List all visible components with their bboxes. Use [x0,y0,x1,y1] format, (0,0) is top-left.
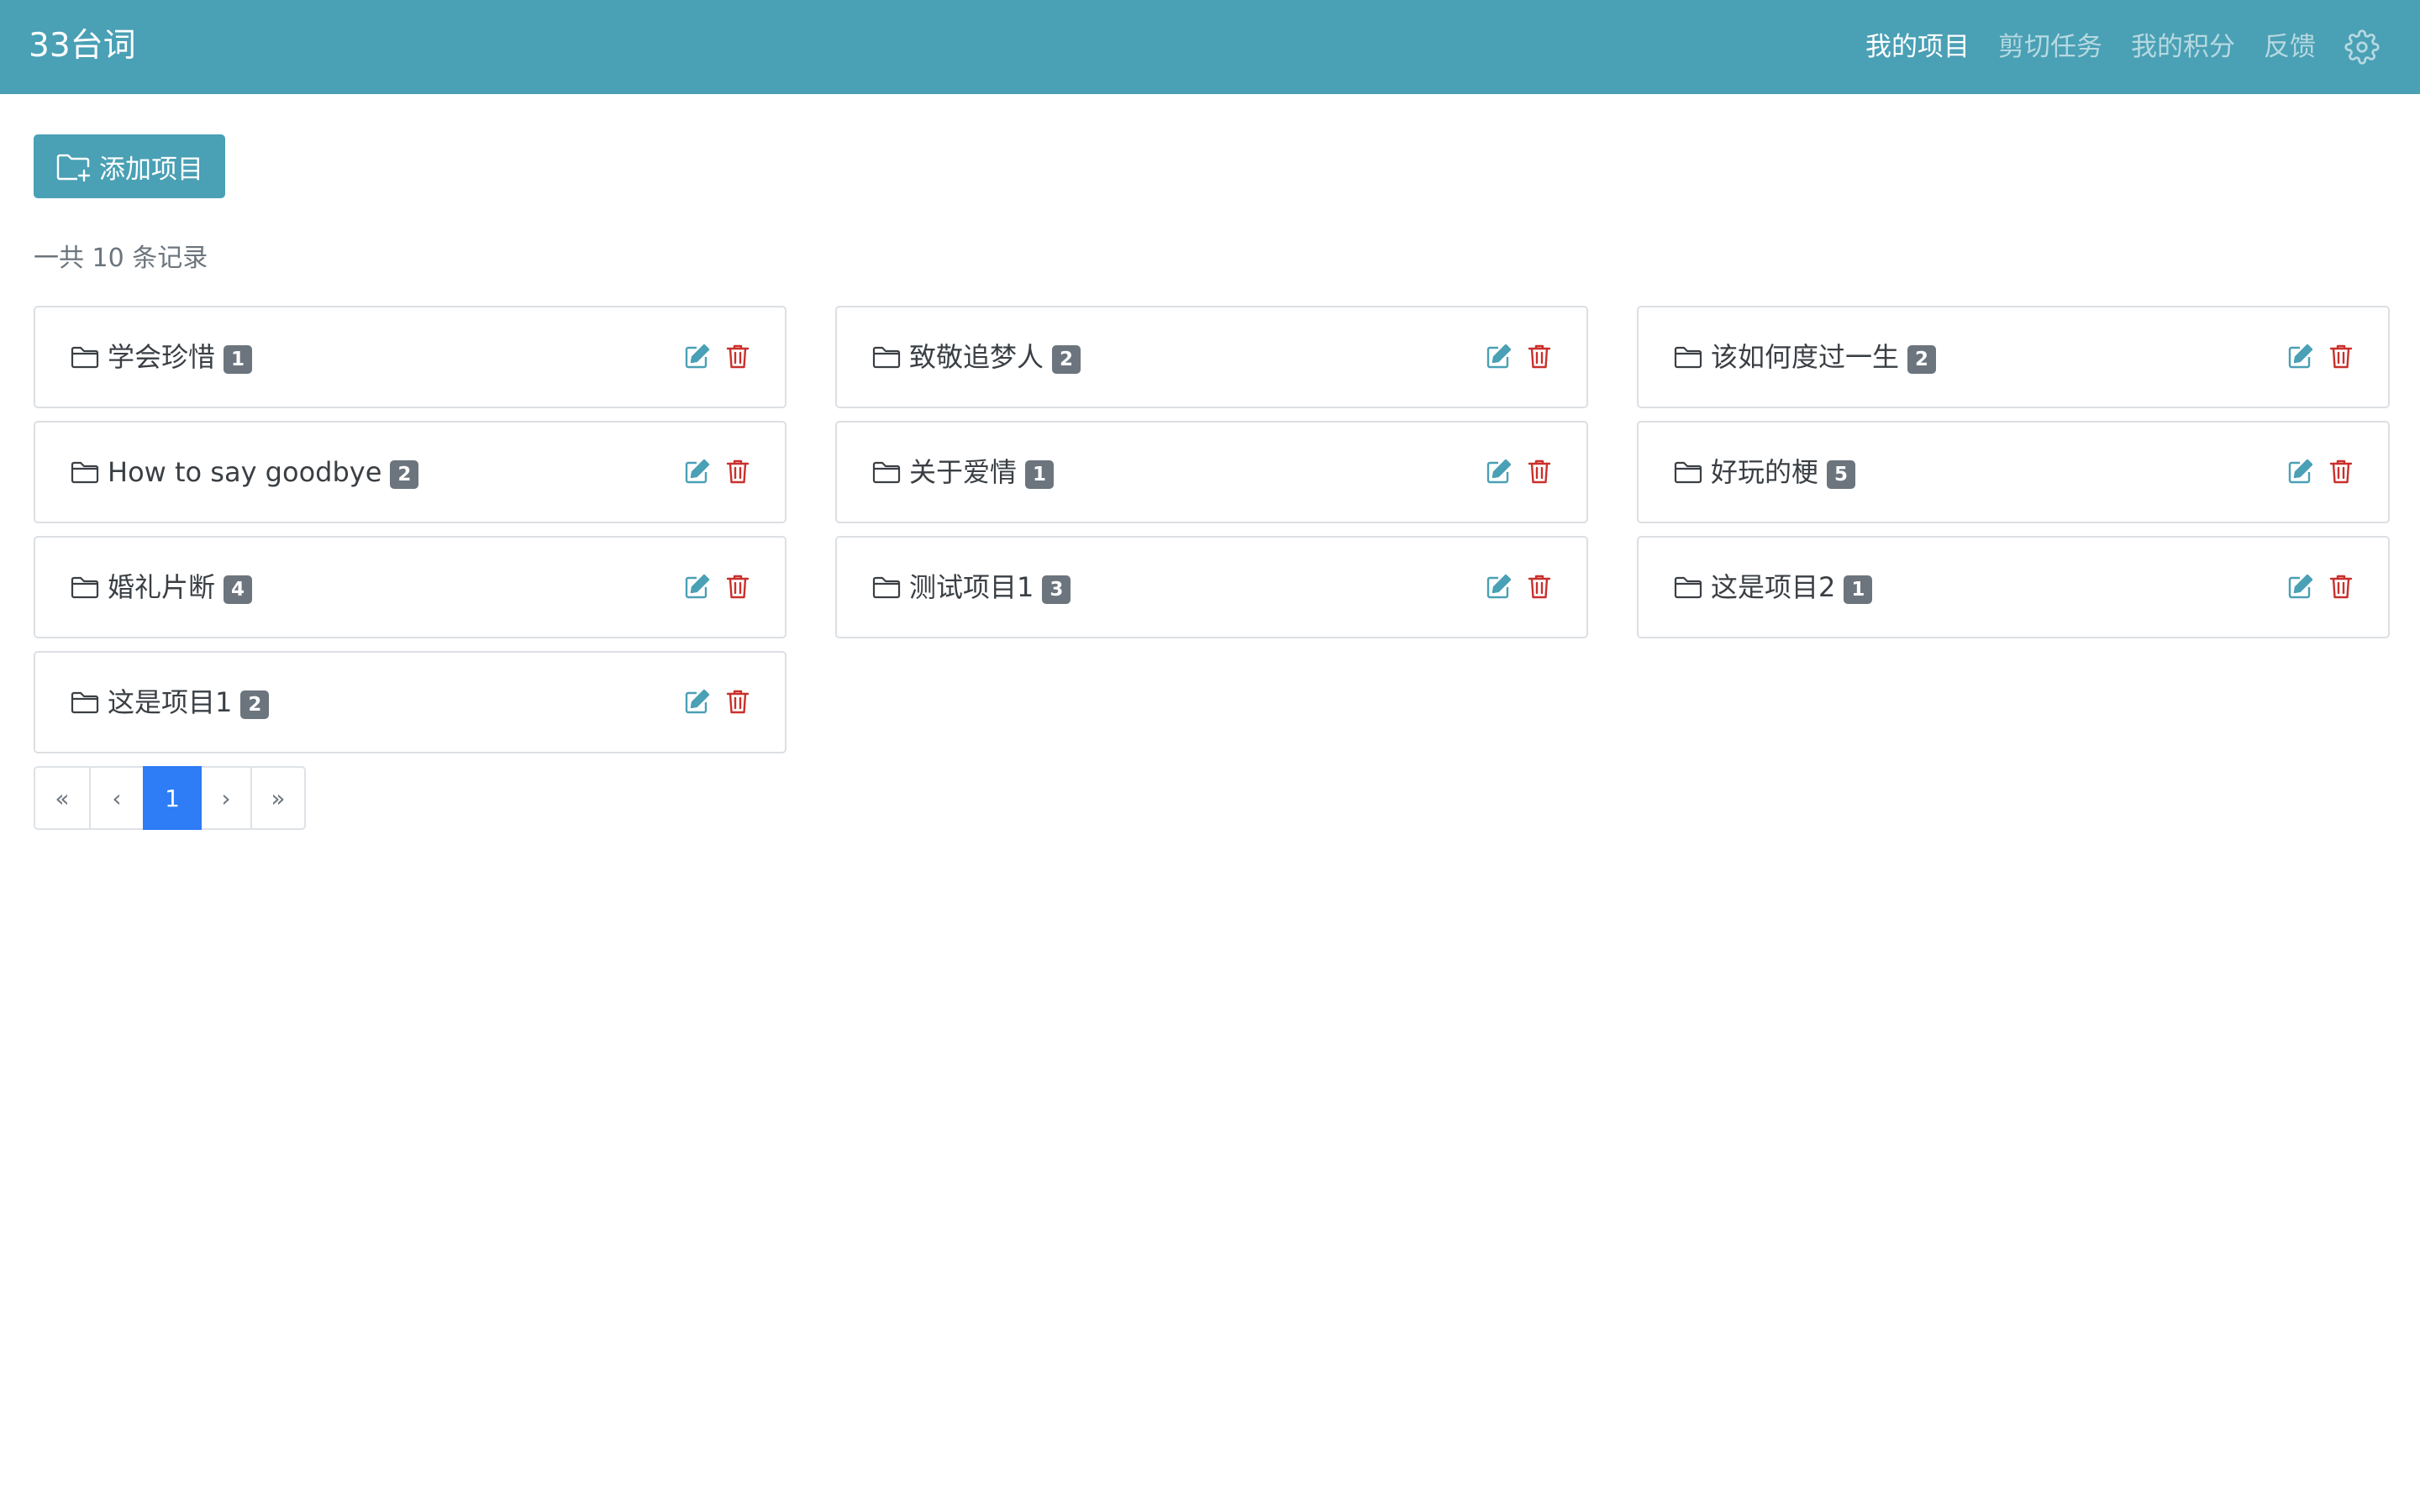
project-count-badge: 3 [1042,575,1071,604]
project-title[interactable]: 好玩的梗 [1711,455,1818,489]
nav-item-cut-tasks[interactable]: 剪切任务 [1998,0,2102,94]
edit-icon[interactable] [2287,458,2314,485]
project-card-title-group: 好玩的梗 5 [1674,423,1856,522]
edit-icon[interactable] [2287,573,2314,600]
project-title[interactable]: 致敬追梦人 [909,340,1044,374]
project-title[interactable]: How to say goodbye [108,455,381,489]
project-card[interactable]: 这是项目1 2 [34,651,786,753]
add-project-button[interactable]: 添加项目 [34,134,225,198]
project-card-title-group: 这是项目2 1 [1674,538,1873,637]
folder-icon [71,690,99,715]
folder-icon [1674,459,1702,485]
project-card[interactable]: 好玩的梗 5 [1637,421,2390,523]
gear-icon[interactable] [2344,29,2380,65]
folder-icon [1674,344,1702,370]
record-count: 一共 10 条记录 [34,244,208,273]
folder-icon [71,344,99,370]
page-next-button[interactable]: › [200,766,252,830]
project-card[interactable]: 该如何度过一生 2 [1637,306,2390,408]
project-card[interactable]: 测试项目1 3 [835,536,1588,638]
edit-icon[interactable] [684,573,711,600]
trash-icon[interactable] [2328,573,2354,600]
project-count-badge: 5 [1827,460,1856,489]
project-actions [684,454,751,488]
nav-item-feedback[interactable]: 反馈 [2264,0,2316,94]
edit-icon[interactable] [1486,458,1512,485]
folder-icon [872,344,901,370]
folder-icon [1674,575,1702,600]
edit-icon[interactable] [1486,573,1512,600]
add-project-label: 添加项目 [99,154,203,185]
folder-icon [71,459,99,485]
project-count-badge: 1 [1844,575,1873,604]
trash-icon[interactable] [2328,343,2354,370]
nav-item-my-points[interactable]: 我的积分 [2131,0,2235,94]
project-card-title-group: 测试项目1 3 [872,538,1071,637]
trash-icon[interactable] [724,573,751,600]
trash-icon[interactable] [2328,458,2354,485]
project-count-badge: 1 [1025,460,1055,489]
folder-plus-icon [55,150,92,182]
project-title[interactable]: 这是项目2 [1711,570,1835,604]
project-count-badge: 2 [1052,345,1081,374]
edit-icon[interactable] [684,458,711,485]
trash-icon[interactable] [1526,343,1553,370]
project-actions [2287,339,2354,373]
project-actions [2287,570,2354,603]
project-actions [1486,570,1553,603]
project-title[interactable]: 学会珍惜 [108,340,215,374]
project-actions [1486,454,1553,488]
page-prev-button[interactable]: ‹ [89,766,145,830]
project-card-title-group: 学会珍惜 1 [71,307,253,407]
project-card-title-group: 该如何度过一生 2 [1674,307,1937,407]
project-card[interactable]: 这是项目2 1 [1637,536,2390,638]
project-count-badge: 1 [224,345,253,374]
project-title[interactable]: 关于爱情 [909,455,1017,489]
trash-icon[interactable] [1526,573,1553,600]
project-title[interactable]: 该如何度过一生 [1711,340,1899,374]
trash-icon[interactable] [724,458,751,485]
page-1-button[interactable]: 1 [143,766,202,830]
project-grid: 学会珍惜 1 致敬追梦人 2 该如何度过一生 2 How to say goodbye 2 关于… [34,306,2390,753]
project-title[interactable]: 这是项目1 [108,685,232,719]
project-card[interactable]: 关于爱情 1 [835,421,1588,523]
trash-icon[interactable] [724,688,751,715]
page-first-button[interactable]: « [34,766,91,830]
project-card[interactable]: 致敬追梦人 2 [835,306,1588,408]
edit-icon[interactable] [1486,343,1512,370]
project-count-badge: 2 [390,460,419,489]
project-card[interactable]: How to say goodbye 2 [34,421,786,523]
project-count-badge: 4 [224,575,253,604]
project-actions [684,685,751,718]
edit-icon[interactable] [684,688,711,715]
project-card-title-group: How to say goodbye 2 [71,423,419,522]
edit-icon[interactable] [2287,343,2314,370]
navbar: 33台词 我的项目 剪切任务 我的积分 反馈 [0,0,2420,94]
project-card-title-group: 这是项目1 2 [71,653,270,752]
project-title[interactable]: 测试项目1 [909,570,1034,604]
project-actions [684,570,751,603]
page-last-button[interactable]: » [250,766,306,830]
project-card[interactable]: 学会珍惜 1 [34,306,786,408]
folder-icon [872,575,901,600]
trash-icon[interactable] [724,343,751,370]
edit-icon[interactable] [684,343,711,370]
folder-icon [71,575,99,600]
project-title[interactable]: 婚礼片断 [108,570,215,604]
trash-icon[interactable] [1526,458,1553,485]
project-card[interactable]: 婚礼片断 4 [34,536,786,638]
folder-icon [872,459,901,485]
nav-links: 我的项目 剪切任务 我的积分 反馈 [1865,0,2380,94]
project-count-badge: 2 [240,690,270,719]
pagination: « ‹ 1 › » [34,766,306,830]
project-actions [1486,339,1553,373]
project-count-badge: 2 [1907,345,1937,374]
project-card-title-group: 致敬追梦人 2 [872,307,1081,407]
brand-logo[interactable]: 33台词 [29,20,136,72]
project-actions [684,339,751,373]
project-card-title-group: 关于爱情 1 [872,423,1055,522]
project-card-title-group: 婚礼片断 4 [71,538,253,637]
nav-item-my-projects[interactable]: 我的项目 [1865,0,1970,94]
project-actions [2287,454,2354,488]
